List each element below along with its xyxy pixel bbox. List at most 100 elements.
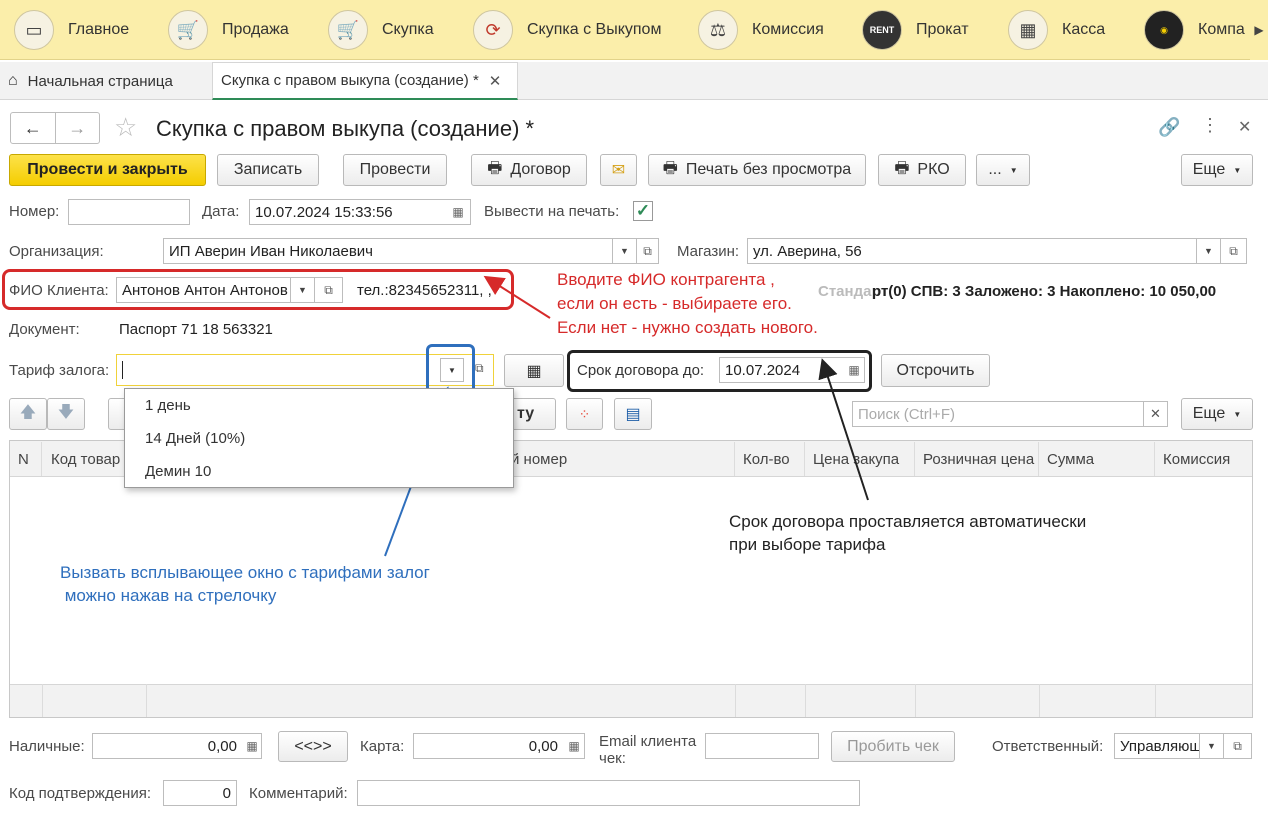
nav-item-label: Скупка с Выкупом <box>527 21 662 38</box>
more-vertical-icon[interactable]: ⋮ <box>1201 115 1219 136</box>
more-commands-button[interactable]: ... ▼ <box>976 154 1030 186</box>
nav-item-label: Компа <box>1198 21 1245 38</box>
open-form-icon[interactable]: ⧉ <box>475 361 484 376</box>
top-navigation: ▭ Главное 🛒 Продажа 🛒 Скупка ⟳ Скупка с … <box>0 0 1268 60</box>
tariff-option[interactable]: 14 Дней (10%) <box>145 430 245 447</box>
table-footer <box>10 684 1252 717</box>
column-header[interactable]: Цена закупа <box>805 442 915 476</box>
chevron-down-icon[interactable]: ▼ <box>1200 733 1224 759</box>
column-header[interactable]: Розничная цена <box>915 442 1039 476</box>
tariff-option[interactable]: Демин 10 <box>145 463 211 480</box>
more-button[interactable]: Еще ▼ <box>1181 154 1253 186</box>
print-no-preview-button[interactable]: 🖶 Печать без просмотра <box>648 154 866 186</box>
close-icon[interactable]: ✕ <box>1238 117 1251 137</box>
clear-search-icon[interactable]: ✕ <box>1144 401 1168 427</box>
nav-item-commission[interactable]: ⚖ Комиссия <box>698 0 824 60</box>
nav-item-buy[interactable]: 🛒 Скупка <box>328 0 434 60</box>
client-input[interactable]: Антонов Антон Антонов <box>116 277 291 303</box>
move-up-button[interactable]: 🡅 <box>9 398 47 430</box>
open-form-icon[interactable]: ⧉ <box>1221 238 1247 264</box>
link-icon[interactable]: 🔗 <box>1158 117 1180 138</box>
search-input[interactable]: Поиск (Ctrl+F) <box>852 401 1144 427</box>
email-button[interactable]: ✉ <box>600 154 637 186</box>
responsible-input[interactable]: Управляющ <box>1114 733 1200 759</box>
column-header[interactable]: Кол-во <box>735 442 805 476</box>
rent-icon: RENT <box>862 10 902 50</box>
calculator-icon[interactable]: ▦ <box>564 736 584 756</box>
home-icon: ⌂ <box>8 72 18 89</box>
nav-item-buy-redeem[interactable]: ⟳ Скупка с Выкупом <box>473 0 661 60</box>
post-button[interactable]: Провести <box>343 154 447 186</box>
table-more-button[interactable]: Еще ▼ <box>1181 398 1253 430</box>
annotation-dropdown-line1: Вызвать всплывающее окно с тарифами зало… <box>60 563 430 582</box>
tariff-option[interactable]: 1 день <box>145 397 191 414</box>
shop-label: Магазин: <box>677 243 740 260</box>
tab-document[interactable]: Скупка с правом выкупа (создание) * ✕ <box>212 62 518 100</box>
nav-item-main[interactable]: ▭ Главное <box>14 0 129 60</box>
chevron-down-icon[interactable]: ▼ <box>291 277 315 303</box>
chevron-down-icon: ▼ <box>1009 165 1018 175</box>
swap-amounts-button[interactable]: <<>> <box>278 731 348 762</box>
column-header[interactable]: Комиссия <box>1155 442 1252 476</box>
shop-input[interactable]: ул. Аверина, 56 <box>747 238 1197 264</box>
nav-item-label: Касса <box>1062 21 1106 38</box>
nav-item-rent[interactable]: RENT Прокат <box>862 0 969 60</box>
email-input[interactable] <box>705 733 819 759</box>
postpone-button[interactable]: Отсрочить <box>881 354 990 387</box>
comment-input[interactable] <box>357 780 860 806</box>
tariff-label: Тариф залога: <box>9 362 110 379</box>
close-icon[interactable]: ✕ <box>489 72 502 90</box>
open-form-icon[interactable]: ⧉ <box>315 277 343 303</box>
cash-input[interactable]: 0,00 <box>92 733 262 759</box>
post-and-close-button[interactable]: Провести и закрыть <box>9 154 206 186</box>
back-arrow-icon[interactable]: ← <box>11 113 56 143</box>
open-form-icon[interactable]: ⧉ <box>1224 733 1252 759</box>
forward-arrow-icon[interactable]: → <box>56 113 100 143</box>
annotation-client-line1: Вводите ФИО контрагента , <box>557 270 775 289</box>
more-dots-label: ... <box>988 161 1002 178</box>
print-receipt-button[interactable]: Пробить чек <box>831 731 955 762</box>
column-header[interactable]: N <box>10 442 42 476</box>
document-value: Паспорт 71 18 563321 <box>119 321 273 338</box>
annotation-client-line2: если он есть - выбираете его. <box>557 294 792 313</box>
calendar-icon[interactable]: ▦ <box>844 360 864 380</box>
chevron-down-icon[interactable]: ▼ <box>613 238 637 264</box>
move-down-button[interactable]: 🡇 <box>47 398 85 430</box>
more-label: Еще <box>1192 405 1226 422</box>
confirmation-code-label: Код подтверждения: <box>9 785 151 802</box>
tab-home[interactable]: ⌂ Начальная страница <box>0 62 208 100</box>
save-button[interactable]: Записать <box>217 154 319 186</box>
colors-button[interactable]: ⁘ <box>566 398 603 430</box>
nav-item-cash[interactable]: ▦ Касса <box>1008 0 1105 60</box>
confirmation-code-input[interactable]: 0 <box>163 780 237 806</box>
tariff-dropdown-list: 1 день 14 Дней (10%) Демин 10 <box>124 388 514 488</box>
client-label: ФИО Клиента: <box>9 282 109 299</box>
cash-label: Наличные: <box>9 738 85 755</box>
rko-button[interactable]: 🖶 РКО <box>878 154 966 186</box>
favorite-star-icon[interactable]: ☆ <box>114 112 137 143</box>
card-input[interactable]: 0,00 <box>413 733 585 759</box>
chevron-down-icon: ▼ <box>1233 165 1242 175</box>
email-label: Email клиента чек: <box>599 733 696 767</box>
number-input[interactable] <box>68 199 190 225</box>
text-cursor <box>122 361 123 379</box>
date-input[interactable]: 10.07.2024 15:33:56 <box>249 199 471 225</box>
organization-input[interactable]: ИП Аверин Иван Николаевич <box>163 238 613 264</box>
nav-item-label: Главное <box>68 21 130 38</box>
open-form-icon[interactable]: ⧉ <box>637 238 659 264</box>
annotation-term-line1: Срок договора проставляется автоматическ… <box>729 512 1087 531</box>
calendar-icon[interactable]: ▦ <box>448 202 468 222</box>
calculator-button[interactable]: ▦ <box>504 354 564 387</box>
footer-divider <box>42 684 43 717</box>
contract-button[interactable]: 🖶 Договор <box>471 154 587 186</box>
cash-register-button[interactable]: ▤ <box>614 398 652 430</box>
nav-item-sale[interactable]: 🛒 Продажа <box>168 0 289 60</box>
print-checkbox[interactable]: ✓ <box>633 201 653 221</box>
chevron-down-icon[interactable]: ▼ <box>1197 238 1221 264</box>
print-label: Вывести на печать: <box>484 203 620 220</box>
printer-icon: 🖶 <box>894 159 910 177</box>
calculator-icon[interactable]: ▦ <box>242 736 262 756</box>
nav-item-company[interactable]: ◉ Компа <box>1144 0 1245 60</box>
nav-scroll-right-button[interactable]: ▶ <box>1250 0 1268 60</box>
column-header[interactable]: Сумма <box>1039 442 1155 476</box>
